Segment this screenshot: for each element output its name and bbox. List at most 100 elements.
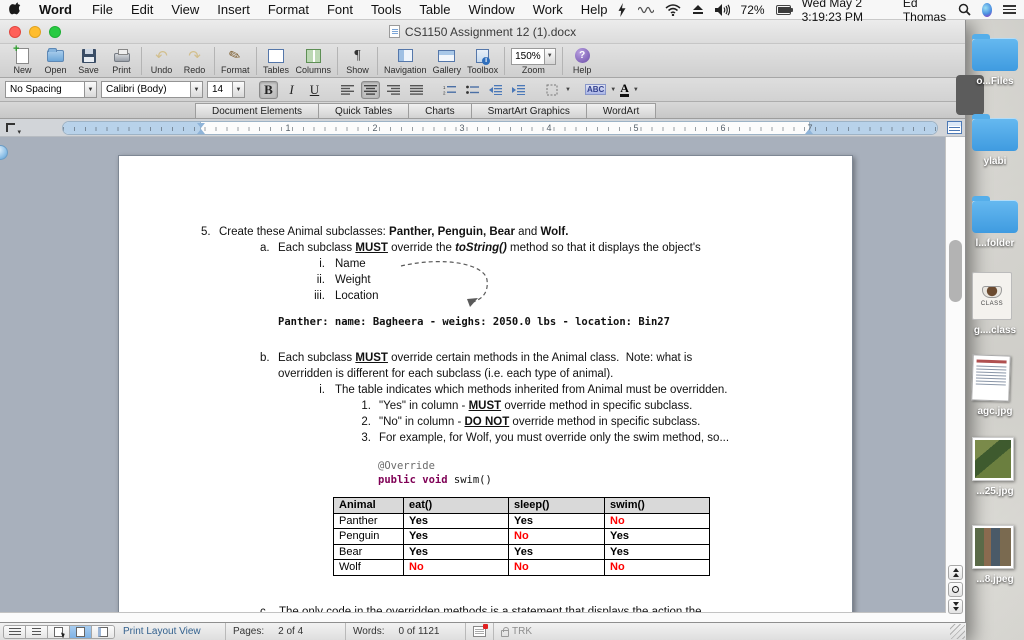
- justify-button[interactable]: [407, 81, 426, 99]
- desktop-icon-class[interactable]: CLASS: [972, 272, 1012, 320]
- tab-stop-selector[interactable]: [4, 121, 19, 134]
- notification-center-icon[interactable]: [1003, 3, 1016, 16]
- align-left-button[interactable]: [338, 81, 357, 99]
- new-button[interactable]: New: [6, 46, 39, 75]
- menubar-user[interactable]: Ed Thomas: [903, 0, 947, 24]
- menu-item-word[interactable]: Word: [30, 2, 83, 17]
- zoom-window-button[interactable]: [49, 26, 61, 38]
- zoom-button[interactable]: 150%▼Zoom: [508, 46, 559, 75]
- tables-button[interactable]: Tables: [260, 46, 293, 75]
- align-center-button[interactable]: [361, 81, 380, 99]
- track-changes-indicator[interactable]: TRK: [501, 626, 532, 637]
- vertical-scrollbar[interactable]: [945, 137, 965, 622]
- siri-icon[interactable]: [982, 3, 992, 17]
- menubar-clock[interactable]: Wed May 2 3:19:23 PM: [802, 0, 892, 24]
- words-indicator[interactable]: Words:0 of 1121: [353, 626, 458, 637]
- increase-indent-button[interactable]: [509, 81, 528, 99]
- borders-dropdown-arrow[interactable]: ▼: [565, 87, 571, 93]
- print-layout-button[interactable]: [70, 626, 92, 638]
- split-view-button[interactable]: [947, 121, 962, 134]
- align-right-button[interactable]: [384, 81, 403, 99]
- bolt-icon[interactable]: [617, 3, 627, 17]
- desktop-icon-folder[interactable]: [972, 200, 1018, 233]
- borders-button[interactable]: [542, 81, 561, 99]
- outline-view-button[interactable]: [26, 626, 48, 638]
- view-mode-label[interactable]: Print Layout View: [123, 626, 218, 637]
- spelling-status-icon[interactable]: [473, 626, 486, 637]
- ribbon-tab-quick-tables[interactable]: Quick Tables: [318, 103, 409, 118]
- ribbon-tab-document-elements[interactable]: Document Elements: [195, 103, 319, 118]
- titlebar[interactable]: CS1150 Assignment 12 (1).docx: [0, 20, 965, 44]
- menu-item-help[interactable]: Help: [572, 2, 617, 17]
- spotlight-search-icon[interactable]: [958, 3, 971, 16]
- desktop-icon-label[interactable]: ...25.jpg: [966, 486, 1024, 497]
- document-page[interactable]: 5.Create these Animal subclasses: Panthe…: [118, 155, 853, 612]
- numbered-list-button[interactable]: 12: [440, 81, 459, 99]
- desktop-icon-label[interactable]: agc.jpg: [966, 406, 1024, 417]
- desktop-icon-label[interactable]: g....class: [966, 325, 1024, 336]
- help-button[interactable]: ?Help: [566, 46, 599, 75]
- undo-button[interactable]: ↶Undo: [145, 46, 178, 75]
- font-color-button[interactable]: A: [620, 83, 629, 97]
- highlight-dropdown-arrow[interactable]: ▼: [610, 87, 616, 93]
- redo-button[interactable]: ↷Redo: [178, 46, 211, 75]
- menu-item-insert[interactable]: Insert: [208, 2, 259, 17]
- decrease-indent-button[interactable]: [486, 81, 505, 99]
- bullet-list-button[interactable]: [463, 81, 482, 99]
- desktop-icon-label[interactable]: o...Files: [966, 76, 1024, 87]
- previous-page-button[interactable]: [948, 565, 963, 580]
- toolbox-button[interactable]: Toolbox: [464, 46, 501, 75]
- right-indent-marker[interactable]: [805, 129, 813, 134]
- desktop-icon-label[interactable]: ylabi: [966, 156, 1024, 167]
- menu-item-tools[interactable]: Tools: [362, 2, 410, 17]
- menu-item-work[interactable]: Work: [524, 2, 572, 17]
- format-button[interactable]: ✎Format: [218, 46, 253, 75]
- desktop-icon-photo1[interactable]: [972, 437, 1014, 481]
- desktop-icon-label[interactable]: l...folder: [966, 238, 1024, 249]
- desktop-icon-photo2[interactable]: [972, 525, 1014, 569]
- underline-button[interactable]: U: [305, 81, 324, 99]
- print-button[interactable]: Print: [105, 46, 138, 75]
- desktop-icon-label[interactable]: ...8.jpeg: [966, 574, 1024, 585]
- ribbon-tab-wordart[interactable]: WordArt: [586, 103, 657, 118]
- wifi-icon[interactable]: [665, 4, 681, 16]
- columns-button[interactable]: Columns: [293, 46, 335, 75]
- style-select[interactable]: No Spacing▼: [5, 81, 97, 98]
- close-button[interactable]: [9, 26, 21, 38]
- next-page-button[interactable]: [948, 599, 963, 614]
- minimize-button[interactable]: [29, 26, 41, 38]
- save-button[interactable]: Save: [72, 46, 105, 75]
- font-select[interactable]: Calibri (Body)▼: [101, 81, 203, 98]
- menu-item-file[interactable]: File: [83, 2, 122, 17]
- ribbon-tab-charts[interactable]: Charts: [408, 103, 471, 118]
- menu-item-table[interactable]: Table: [410, 2, 459, 17]
- vertical-scrollbar-thumb[interactable]: [949, 240, 962, 302]
- draft-view-button[interactable]: [4, 626, 26, 638]
- highlight-button[interactable]: ABC: [585, 84, 606, 95]
- navigation-button[interactable]: Navigation: [381, 46, 430, 75]
- ruler[interactable]: 1234567: [62, 121, 938, 135]
- notebook-layout-button[interactable]: [92, 626, 114, 638]
- publishing-layout-button[interactable]: [48, 626, 70, 638]
- resize-grip[interactable]: [950, 624, 965, 639]
- menu-item-edit[interactable]: Edit: [122, 2, 162, 17]
- font-color-dropdown-arrow[interactable]: ▼: [633, 87, 639, 93]
- horizontal-scrollbar[interactable]: [0, 612, 946, 622]
- pages-indicator[interactable]: Pages:2 of 4: [233, 626, 338, 637]
- volume-icon[interactable]: [715, 4, 730, 16]
- desktop-icon-folder[interactable]: [972, 38, 1018, 71]
- desktop-icon-folder[interactable]: [972, 118, 1018, 151]
- menu-item-window[interactable]: Window: [459, 2, 523, 17]
- select-browse-object-button[interactable]: [948, 582, 963, 597]
- font-size-select[interactable]: 14▼: [207, 81, 245, 98]
- ribbon-tab-smartart-graphics[interactable]: SmartArt Graphics: [471, 103, 587, 118]
- menu-item-format[interactable]: Format: [259, 2, 318, 17]
- menu-item-font[interactable]: Font: [318, 2, 362, 17]
- menu-item-view[interactable]: View: [162, 2, 208, 17]
- open-button[interactable]: Open: [39, 46, 72, 75]
- italic-button[interactable]: I: [282, 81, 301, 99]
- signal-wave-icon[interactable]: [638, 4, 654, 16]
- eject-icon[interactable]: [692, 4, 704, 15]
- document-area[interactable]: 5.Create these Animal subclasses: Panthe…: [0, 137, 946, 612]
- first-line-indent-marker[interactable]: [197, 123, 205, 128]
